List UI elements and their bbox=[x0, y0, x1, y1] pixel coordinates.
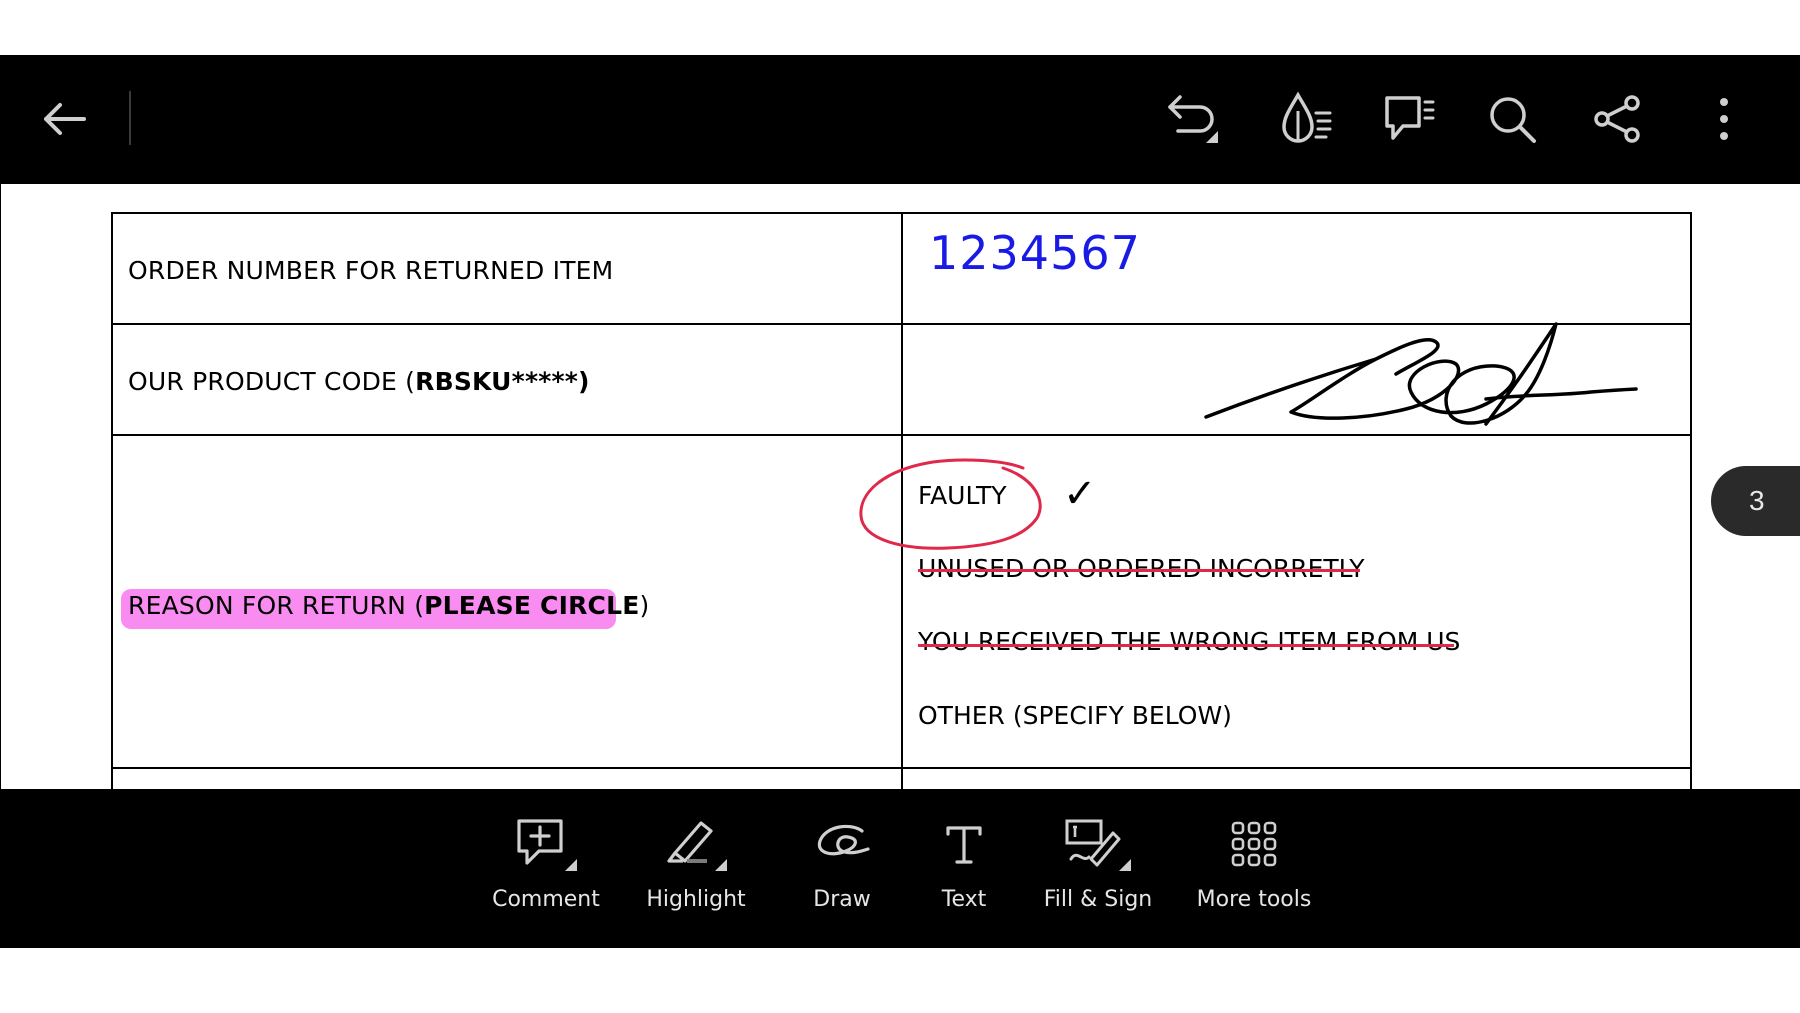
product-code-label-bold: RBSKU*****) bbox=[415, 367, 590, 396]
reason-label-bold: PLEASE CIRCLE bbox=[424, 591, 640, 620]
draw-icon bbox=[777, 809, 907, 879]
back-arrow-icon[interactable] bbox=[32, 87, 96, 151]
fill-sign-icon bbox=[1033, 809, 1163, 879]
grid-icon bbox=[1189, 809, 1319, 879]
tool-more-tools[interactable]: More tools bbox=[1189, 809, 1319, 929]
tool-comment[interactable]: Comment bbox=[481, 809, 611, 929]
toolbar-divider bbox=[129, 91, 131, 145]
document-view[interactable]: ORDER NUMBER FOR RETURNED ITEM 1234567 O… bbox=[0, 184, 1800, 789]
reason-label-text: REASON FOR RETURN ( bbox=[128, 591, 425, 620]
highlighter-icon bbox=[631, 809, 761, 879]
signature-drawing[interactable] bbox=[1196, 314, 1651, 434]
tool-text[interactable]: Text bbox=[899, 809, 1029, 929]
product-code-label-text: OUR PRODUCT CODE ( bbox=[128, 367, 416, 396]
bottom-toolbar: Comment Highlight Draw Text Fill & Sign bbox=[0, 789, 1800, 948]
strikethrough-annotation[interactable] bbox=[918, 569, 1360, 572]
tool-comment-label: Comment bbox=[492, 887, 600, 912]
tool-text-label: Text bbox=[941, 887, 987, 912]
order-number-label: ORDER NUMBER FOR RETURNED ITEM bbox=[128, 256, 614, 285]
more-vertical-icon[interactable] bbox=[1692, 87, 1756, 151]
order-number-value[interactable]: 1234567 bbox=[929, 226, 1141, 280]
tool-draw-label: Draw bbox=[813, 887, 871, 912]
product-code-label: OUR PRODUCT CODE (RBSKU*****) bbox=[128, 367, 590, 396]
tool-more-tools-label: More tools bbox=[1196, 887, 1312, 912]
undo-icon[interactable] bbox=[1160, 87, 1224, 151]
top-toolbar bbox=[0, 55, 1800, 184]
reason-option-wrong-item[interactable]: YOU RECEIVED THE WRONG ITEM FROM US bbox=[918, 627, 1460, 656]
comment-add-icon bbox=[481, 809, 611, 879]
tool-fill-sign-label: Fill & Sign bbox=[1043, 887, 1153, 912]
text-icon bbox=[899, 809, 1029, 879]
share-icon[interactable] bbox=[1586, 87, 1650, 151]
comments-list-icon[interactable] bbox=[1377, 87, 1441, 151]
tool-highlight-label: Highlight bbox=[646, 887, 746, 912]
strikethrough-annotation[interactable] bbox=[918, 644, 1454, 647]
reason-option-other[interactable]: OTHER (SPECIFY BELOW) bbox=[918, 701, 1232, 730]
tool-highlight[interactable]: Highlight bbox=[631, 809, 761, 929]
page-number-badge[interactable]: 3 bbox=[1711, 466, 1800, 536]
check-mark[interactable]: ✓ bbox=[1063, 471, 1097, 517]
circle-annotation[interactable] bbox=[853, 458, 1043, 558]
reason-label-suffix: ) bbox=[639, 591, 650, 620]
search-icon[interactable] bbox=[1480, 87, 1544, 151]
liquid-mode-icon[interactable] bbox=[1273, 87, 1337, 151]
reason-for-return-label: REASON FOR RETURN (PLEASE CIRCLE) bbox=[128, 591, 649, 620]
tool-fill-sign[interactable]: Fill & Sign bbox=[1033, 809, 1163, 929]
tool-draw[interactable]: Draw bbox=[777, 809, 907, 929]
